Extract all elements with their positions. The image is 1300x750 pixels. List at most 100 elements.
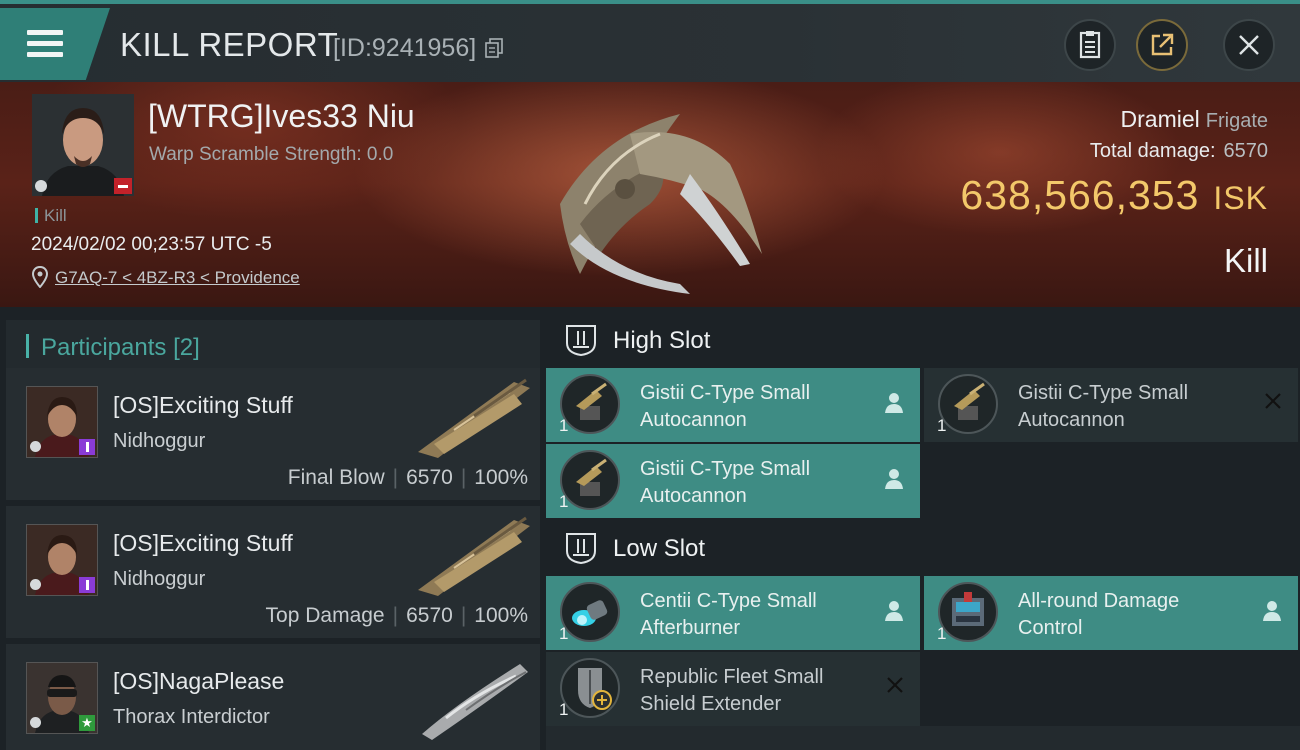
participant-percent: 100% — [474, 466, 528, 489]
participants-label: Participants — [41, 334, 167, 361]
module-quantity: 1 — [937, 416, 947, 435]
participant-damage: 6570 — [406, 466, 453, 489]
standing-badge — [114, 178, 132, 194]
kill-datetime: 2024/02/02 00;23:57 UTC -5 — [31, 234, 272, 255]
module-quantity: 1 — [937, 624, 947, 643]
victim-banner: [WTRG]Ives33 Niu Warp Scramble Strength:… — [0, 82, 1300, 307]
menu-button[interactable] — [0, 8, 110, 80]
kill-tag: Kill — [35, 206, 67, 226]
damage-control-icon — [938, 582, 998, 642]
module-name: All-round Damage Control — [1018, 590, 1180, 639]
shield-extender-icon — [560, 658, 620, 718]
warp-scramble-strength: Warp Scramble Strength: 0.0 — [149, 144, 394, 165]
isk-amount: 638,566,353 — [960, 172, 1200, 218]
module-item[interactable]: 1 Gistii C-Type Small Autocannon — [546, 444, 920, 518]
isk-value: 638,566,353 ISK — [960, 172, 1268, 219]
corp-icon — [35, 180, 47, 192]
participant-stats: Final Blow | 6570 | 100% — [287, 466, 528, 489]
total-damage-label: Total damage: — [1089, 140, 1216, 162]
close-icon — [1239, 35, 1259, 55]
participant-stats: Top Damage | 6570 | 100% — [265, 604, 528, 627]
ship-type: Dramiel Frigate — [1121, 106, 1268, 133]
close-button[interactable] — [1223, 19, 1275, 71]
participants-count: [2] — [173, 334, 200, 361]
star-badge-icon: ★ — [79, 715, 95, 731]
module-item[interactable]: 1 Republic Fleet Small Shield Extender — [546, 652, 920, 726]
document-icon — [1079, 31, 1101, 59]
ship-class: Frigate — [1205, 110, 1268, 132]
pilot-icon — [885, 601, 903, 621]
participant-name[interactable]: [OS]Exciting Stuff — [113, 530, 293, 557]
pilot-icon — [885, 469, 903, 489]
module-item[interactable]: 1 Gistii C-Type Small Autocannon — [924, 368, 1298, 442]
pilot-icon — [885, 393, 903, 413]
participant-name[interactable]: [OS]Exciting Stuff — [113, 392, 293, 419]
participant-name[interactable]: [OS]NagaPlease — [113, 668, 284, 695]
participant-ship: Nidhoggur — [113, 430, 206, 452]
module-quantity: 1 — [559, 416, 569, 435]
corp-icon — [30, 441, 41, 452]
corp-icon — [30, 579, 41, 590]
module-name: Gistii C-Type Small Autocannon — [640, 382, 811, 431]
module-item[interactable]: 1 Gistii C-Type Small Autocannon — [546, 368, 920, 442]
ship-image[interactable] — [540, 94, 770, 299]
module-name: Centii C-Type Small Afterburner — [640, 590, 817, 639]
document-button[interactable] — [1064, 19, 1116, 71]
module-name: Gistii C-Type Small Autocannon — [1018, 382, 1189, 431]
participant-ship: Thorax Interdictor — [113, 706, 270, 728]
module-quantity: 1 — [559, 700, 569, 719]
pilot-icon — [1263, 601, 1281, 621]
standing-badge — [79, 439, 95, 455]
autocannon-icon — [560, 374, 620, 434]
corp-icon — [30, 717, 41, 728]
location-pin-icon — [32, 266, 48, 288]
destroyed-x-icon — [1265, 393, 1281, 409]
module-quantity: 1 — [559, 492, 569, 511]
share-icon — [1151, 33, 1174, 56]
total-damage-value: 6570 — [1223, 140, 1269, 162]
module-quantity: 1 — [559, 624, 569, 643]
total-damage: Total damage: 6570 — [1090, 140, 1268, 163]
slot-icon — [566, 533, 596, 565]
participants-panel: Participants [2] [OS]Exciting Stuff Nidh… — [6, 310, 540, 750]
participant-card[interactable]: ★ [OS]NagaPlease Thorax Interdictor — [6, 644, 540, 750]
participant-portrait[interactable]: ★ — [26, 662, 98, 734]
participant-card[interactable]: [OS]Exciting Stuff Nidhoggur Final Blow |… — [6, 368, 540, 500]
destroyed-x-icon — [887, 677, 903, 693]
low-slot-label: Low Slot — [613, 535, 706, 562]
next-slot-header — [546, 726, 1300, 750]
copy-icon[interactable] — [485, 38, 503, 58]
module-item[interactable]: 1 All-round Damage Control — [924, 576, 1298, 650]
victim-portrait[interactable] — [32, 94, 134, 196]
participant-role: Final Blow — [287, 466, 385, 489]
autocannon-icon — [560, 450, 620, 510]
victim-name[interactable]: [WTRG]Ives33 Niu — [148, 98, 415, 135]
high-slot-label: High Slot — [613, 327, 711, 354]
module-name: Gistii C-Type Small Autocannon — [640, 458, 811, 507]
participant-ship: Nidhoggur — [113, 568, 206, 590]
participant-portrait[interactable] — [26, 524, 98, 596]
participant-percent: 100% — [474, 604, 528, 627]
participant-card[interactable]: [OS]Exciting Stuff Nidhoggur Top Damage |… — [6, 506, 540, 638]
participant-portrait[interactable] — [26, 386, 98, 458]
participant-ship-image[interactable] — [414, 512, 534, 600]
page-title: KILL REPORT — [120, 26, 339, 63]
result-label: Kill — [1223, 242, 1268, 279]
standing-badge — [79, 577, 95, 593]
module-name: Republic Fleet Small Shield Extender — [640, 666, 824, 715]
module-item[interactable]: 1 Centii C-Type Small Afterburner — [546, 576, 920, 650]
participants-header: Participants [2] — [6, 320, 540, 372]
high-slot-header: High Slot — [546, 313, 1300, 367]
autocannon-icon — [938, 374, 998, 434]
menu-icon — [27, 30, 63, 58]
participant-ship-image[interactable] — [414, 374, 534, 462]
header-bar: KILL REPORT [ID:9241956] — [0, 0, 1300, 82]
report-id: [ID:9241956] — [333, 34, 477, 62]
participant-role: Top Damage — [265, 604, 385, 627]
share-button[interactable] — [1136, 19, 1188, 71]
low-slot-header: Low Slot — [546, 521, 1300, 575]
participant-ship-image[interactable] — [416, 654, 534, 740]
location-link[interactable]: G7AQ-7 < 4BZ-R3 < Providence — [55, 268, 300, 288]
slot-icon — [566, 325, 596, 357]
ship-name[interactable]: Dramiel — [1121, 106, 1200, 132]
